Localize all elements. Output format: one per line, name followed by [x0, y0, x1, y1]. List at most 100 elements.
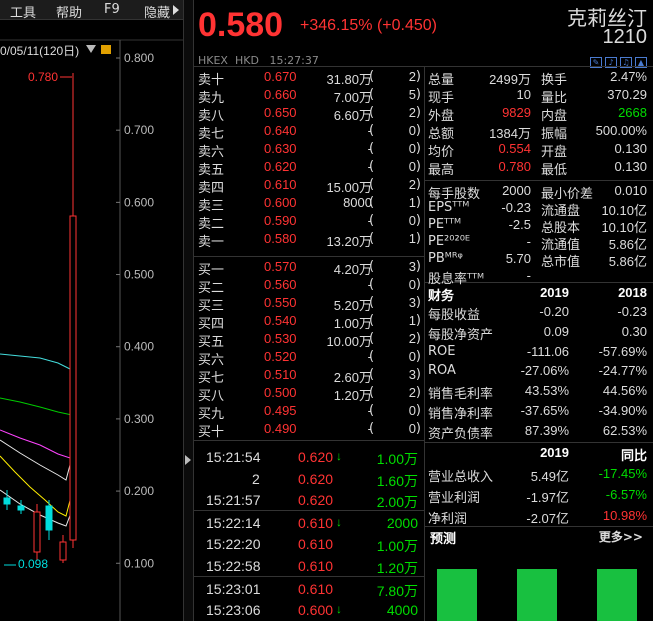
level-count: 0 [408, 213, 416, 228]
stat-label: EPSᵀᵀᴹ [428, 200, 470, 215]
stat-label: 最高 [428, 163, 455, 178]
finance-value: 87.39% [524, 422, 569, 438]
tick-price: 0.610 [298, 536, 334, 552]
tick-row: 15:23:06 0.600 ↓ 4000 [194, 601, 424, 620]
ask-row[interactable]: 卖九 0.660 7.00万(5) [194, 86, 424, 106]
menu-item-tools[interactable]: 工具 [10, 2, 36, 21]
tick-volume: 1.60万 [376, 473, 418, 489]
bid-row[interactable]: 买二 0.560-(0) [194, 276, 424, 296]
level-price: 0.520 [264, 349, 297, 364]
stat-row: EPSᵀᵀᴹ -0.23 流通盘 10.10亿 [426, 199, 653, 219]
tick-time: 15:22:58 [206, 558, 261, 574]
paren-close: ) [415, 105, 421, 120]
stat-row: 股息率ᵀᵀᴹ - [426, 267, 653, 287]
lock-icon[interactable] [101, 45, 111, 54]
bid-row[interactable]: 买一 0.570 4.20万(3) [194, 258, 424, 278]
bid-row[interactable]: 买八 0.500 1.20万(2) [194, 384, 424, 404]
finance-value: -1.97亿 [526, 490, 569, 505]
level-count: 0 [408, 421, 416, 436]
tick-price: 0.610 [298, 558, 334, 574]
ask-row[interactable]: 卖八 0.650 6.60万(2) [194, 104, 424, 124]
finance-label: ROA [428, 363, 456, 379]
y-tick-label: 0.800 [124, 51, 154, 65]
ask-row[interactable]: 卖十 0.670 31.80万(2) [194, 68, 424, 88]
candle-body [3, 497, 11, 505]
tick-price: 0.600 [298, 602, 334, 618]
ask-row[interactable]: 卖五 0.620-(0) [194, 158, 424, 178]
price-change: +346.15% (+0.450) [300, 17, 437, 34]
tick-price: 0.610 [298, 515, 334, 531]
tick-price: 0.620 [298, 449, 334, 465]
finance-value: 62.53% [602, 422, 647, 438]
menu-item-f9[interactable]: F9 [104, 2, 120, 17]
level-count: 2 [408, 177, 416, 192]
moving-average-line [0, 353, 73, 371]
finance-label: 营业总收入 [428, 470, 494, 485]
stat-value: 2.47% [610, 69, 647, 84]
menu-bar: 工具 帮助 F9 隐藏 [0, 0, 183, 21]
chart-dropdown-icon[interactable] [86, 45, 96, 53]
tick-time: 2 [252, 471, 260, 487]
level-price: 0.570 [264, 259, 297, 274]
ask-row[interactable]: 卖七 0.640-(0) [194, 122, 424, 142]
bid-row[interactable]: 买十 0.490-(0) [194, 420, 424, 440]
forecast-bar [597, 569, 637, 621]
bid-row[interactable]: 买九 0.495-(0) [194, 402, 424, 422]
finance-value: -0.23 [617, 304, 647, 319]
level-price: 0.660 [264, 87, 297, 102]
stat-value: 9829 [502, 105, 531, 120]
paren-close: ) [415, 213, 421, 228]
bid-row[interactable]: 买四 0.540 1.00万(1) [194, 312, 424, 332]
finance-value: 10.98% [602, 508, 647, 523]
ask-row[interactable]: 卖三 0.600 8000(1) [194, 194, 424, 214]
bid-row[interactable]: 买五 0.530 10.00万(2) [194, 330, 424, 350]
finance-year: 2019 [540, 445, 569, 460]
level-price: 0.560 [264, 277, 297, 292]
tick-volume: 1.00万 [376, 538, 418, 554]
kline-chart[interactable]: 0/05/11(120日) 0.800 0.700 0.600 0.500 0.400 0… [0, 20, 183, 621]
stat-row: 外盘 9829 内盘 2668 [426, 104, 653, 124]
ask-row[interactable]: 卖二 0.590-(0) [194, 212, 424, 232]
stat-row: PE²⁰²⁰ᴱ - 流通值 5.86亿 [426, 233, 653, 253]
level-count: 1 [408, 313, 416, 328]
level-price: 0.600 [264, 195, 297, 210]
bid-row[interactable]: 买三 0.550 5.20万(3) [194, 294, 424, 314]
paren-open: ( [369, 403, 375, 418]
finance-row: 营业利润 -1.97亿 -6.57% [426, 486, 653, 506]
tick-row: 15:21:57 0.620 2.00万 [194, 491, 424, 510]
finance-value: -2.07亿 [526, 511, 569, 526]
ask-row[interactable]: 卖一 0.580 13.20万(1) [194, 230, 424, 250]
menu-item-hide[interactable]: 隐藏 [144, 2, 170, 21]
paren-open: ( [369, 385, 375, 400]
level-label: 卖一 [198, 235, 225, 250]
menu-item-help[interactable]: 帮助 [56, 2, 82, 21]
y-tick-label: 0.400 [124, 340, 154, 354]
level-price: 0.630 [264, 141, 297, 156]
paren-open: ( [369, 159, 375, 174]
paren-open: ( [369, 123, 375, 138]
menu-expand-icon[interactable] [173, 5, 179, 15]
ask-row[interactable]: 卖四 0.610 15.00万(2) [194, 176, 424, 196]
y-tick-label: 0.100 [124, 556, 154, 570]
finance-value: 0.30 [621, 323, 647, 339]
bid-row[interactable]: 买七 0.510 2.60万(3) [194, 366, 424, 386]
stock-code: 1210 [602, 26, 648, 48]
tick-time: 15:22:20 [206, 536, 261, 552]
y-tick-label: 0.600 [124, 195, 154, 209]
more-link[interactable]: 更多>> [599, 528, 643, 545]
stat-value: 0.010 [614, 183, 647, 198]
paren-close: ) [415, 159, 421, 174]
paren-open: ( [369, 295, 375, 310]
finance-row: 净利润 -2.07亿 10.98% [426, 507, 653, 527]
stat-row: 总量 2499万 换手 2.47% [426, 68, 653, 88]
y-tick-label: 0.200 [124, 484, 154, 498]
level-count: 2 [408, 69, 416, 84]
finance-row: 资产负债率 87.39% 62.53% [426, 422, 653, 442]
candle-body [45, 505, 53, 531]
level-price: 0.500 [264, 385, 297, 400]
level-count: 2 [408, 385, 416, 400]
ask-row[interactable]: 卖六 0.630-(0) [194, 140, 424, 160]
bid-row[interactable]: 买六 0.520-(0) [194, 348, 424, 368]
panel-divider[interactable] [183, 0, 194, 621]
collapse-panel-icon[interactable] [185, 455, 191, 465]
